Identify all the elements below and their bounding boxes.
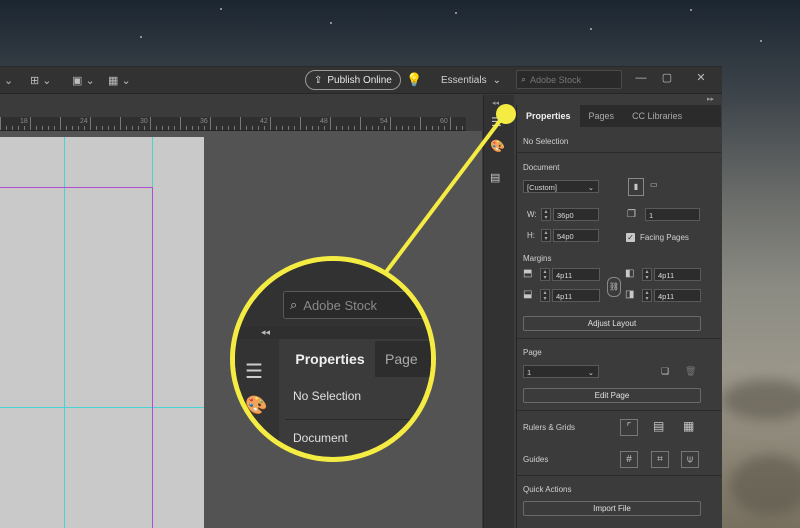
magnifier-callout: ⌕ Adobe Stock ◂◂ ☰ 🎨 Properties Page No …	[230, 256, 436, 462]
collapse-icon: ◂◂	[261, 327, 271, 337]
palette-icon: 🎨	[245, 395, 268, 415]
callout-dot	[496, 104, 516, 124]
magnified-tab-pages: Page	[385, 351, 418, 367]
magnified-search-placeholder: Adobe Stock	[303, 297, 377, 313]
magnified-icon-strip: ☰ 🎨	[235, 339, 279, 457]
magnified-tab-properties: Properties	[285, 341, 375, 377]
divider	[285, 419, 431, 420]
magnified-selection-status: No Selection	[293, 389, 362, 403]
magnified-search-field: ⌕ Adobe Stock	[283, 291, 431, 319]
search-icon: ⌕	[290, 297, 298, 312]
callout-line	[381, 112, 507, 278]
magnified-document-heading: Document	[293, 431, 348, 445]
menu-icon: ☰	[245, 361, 263, 383]
screenshot-stage: ⌄ ⊞ ⌄ ▣ ⌄ ▦ ⌄ ⇪ Publish Online 💡 Essenti…	[0, 0, 800, 528]
magnified-collapse-bar: ◂◂	[235, 327, 431, 339]
